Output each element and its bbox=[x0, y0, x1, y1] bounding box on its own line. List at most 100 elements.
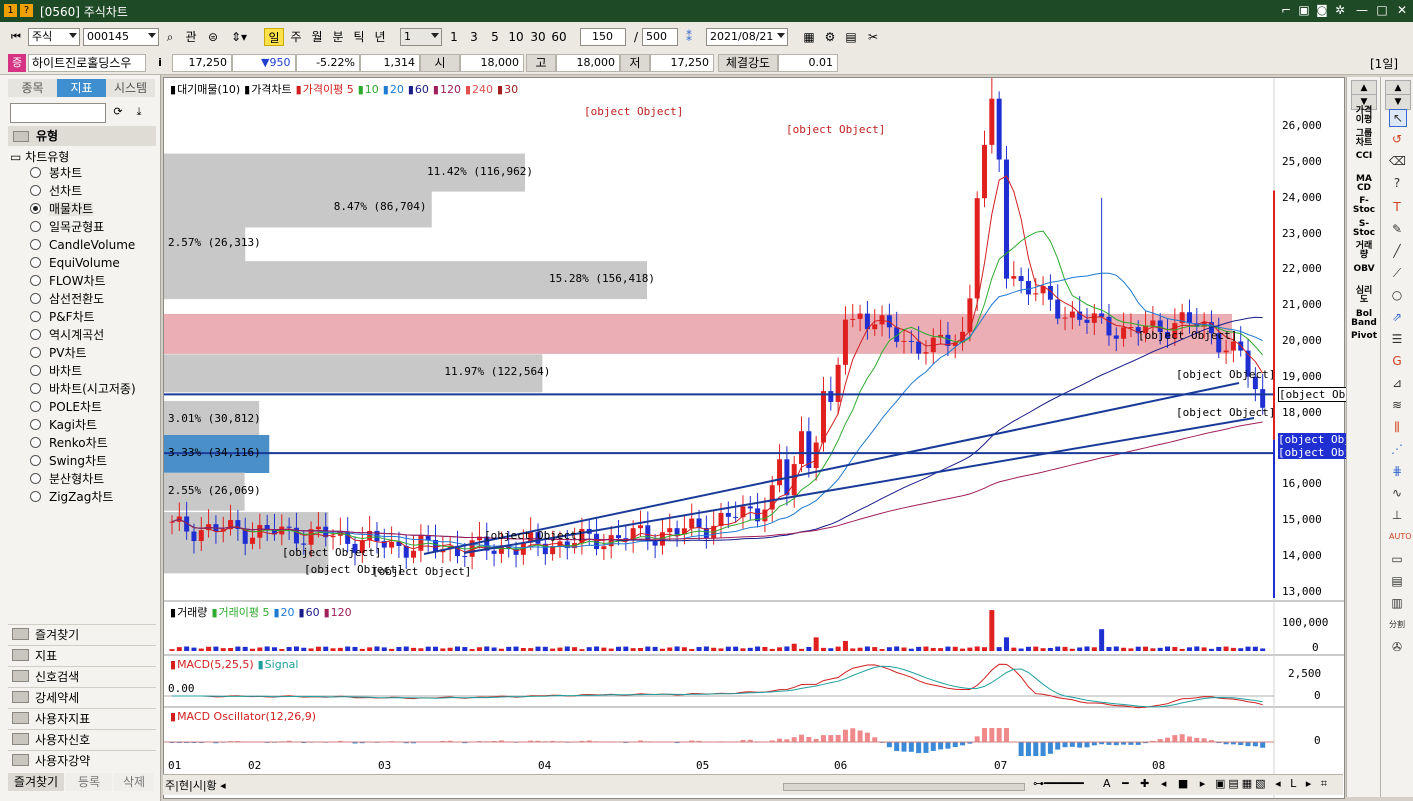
related-button[interactable]: 관 bbox=[181, 28, 201, 46]
radio-icon[interactable] bbox=[30, 275, 41, 286]
radio-icon[interactable] bbox=[30, 473, 41, 484]
radio-icon[interactable] bbox=[30, 437, 41, 448]
status-tab[interactable]: 시 bbox=[193, 779, 203, 792]
indicator-shortcut[interactable]: MA CD bbox=[1347, 174, 1381, 193]
trend-line-icon[interactable]: ⟋ bbox=[1389, 265, 1405, 281]
radio-icon[interactable] bbox=[30, 347, 41, 358]
legend-item[interactable]: 거래이평 5 bbox=[219, 606, 270, 619]
date-input[interactable]: 2021/08/21 bbox=[706, 28, 788, 46]
chart-type-option[interactable]: Swing차트 bbox=[30, 453, 107, 470]
period-day[interactable]: 일 bbox=[264, 28, 284, 46]
chart-type-option[interactable]: 선차트 bbox=[30, 183, 82, 200]
bottom-favorites[interactable]: 즐겨찾기 bbox=[8, 773, 64, 791]
sync-icon[interactable]: ⊜ bbox=[204, 28, 222, 46]
chart-controls[interactable]: A ━ ✚ ◂ ■ ▸ bbox=[1103, 777, 1209, 790]
radio-icon[interactable] bbox=[30, 203, 41, 214]
chart-type-option[interactable]: PV차트 bbox=[30, 345, 87, 362]
chart-type-option[interactable]: CandleVolume bbox=[30, 237, 135, 254]
tab-stock[interactable]: 종목 bbox=[8, 79, 57, 97]
total-input[interactable]: 500 bbox=[642, 28, 678, 46]
legend-item[interactable]: 거래량 bbox=[177, 606, 207, 619]
pin-icon[interactable]: ⌐ bbox=[1278, 2, 1294, 18]
legend-item[interactable]: 120 bbox=[331, 606, 352, 619]
section-type[interactable]: 유형 bbox=[8, 126, 156, 146]
horizontal-scrollbar[interactable] bbox=[783, 783, 1025, 791]
camera-icon[interactable]: ◙ bbox=[1314, 2, 1330, 18]
folder-item[interactable]: 즐겨찾기 bbox=[8, 624, 156, 645]
folder-item[interactable]: 사용자강약 bbox=[8, 750, 156, 771]
legend-item[interactable]: 가격차트 bbox=[251, 83, 291, 96]
crosshair-icon[interactable]: ✎ bbox=[1389, 221, 1405, 237]
radio-icon[interactable] bbox=[30, 185, 41, 196]
indicator-shortcut[interactable]: F- Stoc bbox=[1347, 197, 1381, 215]
radio-icon[interactable] bbox=[30, 383, 41, 394]
tab-indicator[interactable]: 지표 bbox=[57, 79, 106, 97]
wrench-icon[interactable]: ✇ bbox=[1389, 639, 1405, 655]
folder-item[interactable]: 사용자지표 bbox=[8, 708, 156, 729]
text-tool-icon[interactable]: T bbox=[1389, 199, 1405, 215]
radio-icon[interactable] bbox=[30, 419, 41, 430]
status-tab[interactable]: 황 bbox=[207, 779, 217, 792]
delete-button[interactable]: 삭제 bbox=[114, 773, 154, 791]
list-tool-icon[interactable]: ▤ bbox=[1389, 573, 1405, 589]
status-tab[interactable]: 현 bbox=[179, 779, 189, 792]
quick-60[interactable]: 60 bbox=[549, 28, 569, 46]
tools-icon[interactable]: ✂ bbox=[864, 28, 882, 46]
radio-icon[interactable] bbox=[30, 221, 41, 232]
radio-icon[interactable] bbox=[30, 401, 41, 412]
copy-window-icon[interactable]: ▣ bbox=[1296, 2, 1312, 18]
indicator-shortcut[interactable]: 그룹 차트 bbox=[1347, 129, 1381, 148]
legend-item[interactable]: 20 bbox=[281, 606, 295, 619]
circle-tool-icon[interactable]: ○ bbox=[1389, 287, 1405, 303]
count-input[interactable]: 150 bbox=[580, 28, 626, 46]
chart-type-option[interactable]: 분산형차트 bbox=[30, 471, 104, 488]
chart-type-option[interactable]: 바차트 bbox=[30, 363, 82, 380]
save-icon[interactable]: ▤ bbox=[842, 28, 860, 46]
maximize-icon[interactable]: □ bbox=[1374, 2, 1390, 18]
undo-icon[interactable]: ↺ bbox=[1389, 131, 1405, 147]
period-week[interactable]: 주 bbox=[286, 28, 306, 46]
export-icons[interactable]: ▣▤▦▧ ◂ L ▸ ⌗ bbox=[1215, 777, 1330, 791]
indicator-shortcut[interactable]: 심리 도 bbox=[1347, 287, 1381, 305]
indicator-shortcut[interactable]: OBV bbox=[1347, 264, 1381, 274]
pointer-icon[interactable]: ↖ bbox=[1389, 109, 1407, 127]
legend-item[interactable]: 30 bbox=[504, 83, 518, 96]
chart-area[interactable]: ▮대기매물(10) ▮가격차트 ▮가격이평 5 ▮10 ▮20 ▮60 ▮120 ▮240 ▮3… bbox=[163, 77, 1380, 799]
period-minute[interactable]: 분 bbox=[328, 28, 348, 46]
folder-item[interactable]: 신호검색 bbox=[8, 666, 156, 687]
updown-icon[interactable]: ⇕▾ bbox=[225, 28, 253, 46]
radio-icon[interactable] bbox=[30, 329, 41, 340]
indicator-shortcut[interactable]: Bol Band bbox=[1347, 309, 1381, 328]
period-month[interactable]: 월 bbox=[307, 28, 327, 46]
register-button[interactable]: 등록 bbox=[66, 773, 112, 791]
legend-item[interactable]: 가격이평 5 bbox=[303, 83, 354, 96]
legend-item[interactable]: Signal bbox=[265, 658, 299, 671]
radio-icon[interactable] bbox=[30, 167, 41, 178]
chart-type-option[interactable]: 봉차트 bbox=[30, 165, 82, 182]
legend-item[interactable]: 60 bbox=[415, 83, 429, 96]
line-tool-icon[interactable]: ╱ bbox=[1389, 243, 1405, 259]
chart-type-option[interactable]: 삼선전환도 bbox=[30, 291, 104, 308]
auto-tool-icon[interactable]: AUTO bbox=[1389, 529, 1412, 545]
legend-item[interactable]: 120 bbox=[440, 83, 461, 96]
wave-tool-icon[interactable]: ∿ bbox=[1389, 485, 1405, 501]
help-icon[interactable]: ? bbox=[20, 4, 33, 17]
download-icon[interactable]: ⤓ bbox=[131, 103, 147, 121]
chart-type-option[interactable]: 역시계곡선 bbox=[30, 327, 104, 344]
zoom-slider[interactable]: ⊶━━━━━━ bbox=[1033, 777, 1084, 790]
indicator-shortcut[interactable]: 가격 이평 bbox=[1347, 107, 1381, 125]
erase-all-icon[interactable]: ⌫ bbox=[1389, 153, 1406, 169]
period-tick[interactable]: 틱 bbox=[349, 28, 369, 46]
legend-item[interactable]: 60 bbox=[306, 606, 320, 619]
chart-type-option[interactable]: EquiVolume bbox=[30, 255, 120, 272]
channel-tool-icon[interactable]: ⇗ bbox=[1389, 309, 1405, 325]
chart-type-option[interactable]: Renko차트 bbox=[30, 435, 108, 452]
legend-item[interactable]: 10 bbox=[365, 83, 379, 96]
stock-code-input[interactable]: 000145 bbox=[83, 28, 159, 46]
quick-30[interactable]: 30 bbox=[528, 28, 548, 46]
legend-item[interactable]: 240 bbox=[472, 83, 493, 96]
search-icon[interactable]: ⌕ bbox=[161, 28, 179, 46]
legend-item[interactable]: 20 bbox=[390, 83, 404, 96]
indicator-shortcut[interactable]: 거래 량 bbox=[1347, 242, 1381, 260]
speed-line-icon[interactable]: ⋰ bbox=[1389, 441, 1405, 457]
